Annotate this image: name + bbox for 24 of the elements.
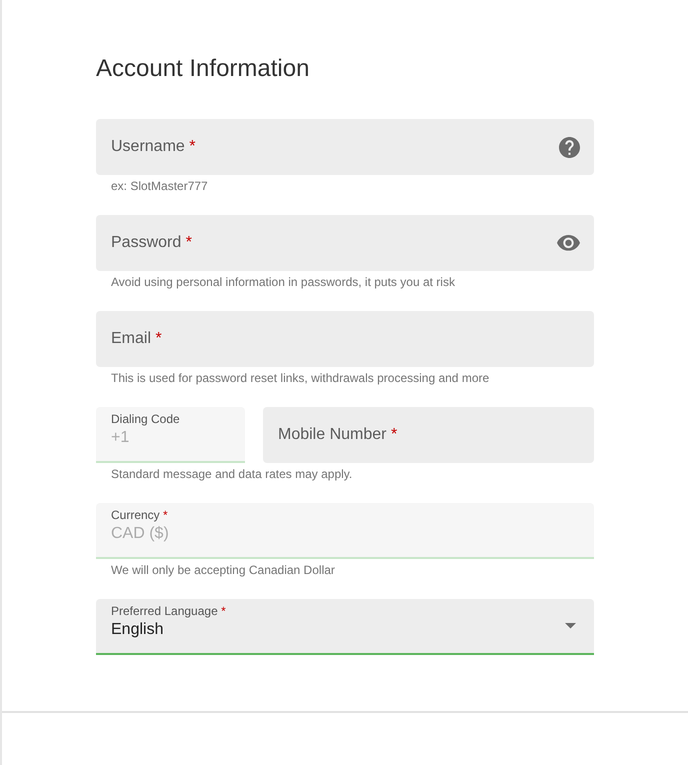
help-icon[interactable]: [559, 136, 580, 158]
field-label: Mobile Number *: [278, 425, 398, 445]
field-label: Preferred Language *: [111, 604, 227, 618]
field-value: English: [111, 620, 164, 640]
text-field[interactable]: Email *: [96, 311, 594, 367]
field-label: Username *: [111, 137, 196, 157]
helper-text: Standard message and data rates may apply.: [111, 467, 354, 481]
text-field[interactable]: Username *: [96, 119, 594, 175]
caret-icon: [565, 623, 576, 629]
helper-text: This is used for password reset links, withdrawals processing and more: [111, 371, 490, 385]
field-label: Password *: [111, 233, 193, 253]
field-value: CAD ($): [111, 524, 170, 544]
helper-text: Avoid using personal information in passwords, it puts you at risk: [111, 275, 456, 289]
field-label: Dialing Code: [111, 412, 181, 426]
eye-icon[interactable]: [557, 235, 580, 251]
field-label: Email *: [111, 329, 163, 349]
dropdown-field[interactable]: Preferred Language * English: [96, 599, 594, 655]
text-field[interactable]: Mobile Number *: [263, 407, 594, 463]
section-title: Account Information: [96, 55, 310, 83]
field-label: Currency *: [111, 508, 169, 522]
password-field[interactable]: Password *: [96, 215, 594, 271]
helper-text: We will only be accepting Canadian Dollar: [111, 563, 336, 577]
field-value: +1: [111, 428, 130, 448]
helper-text: ex: SlotMaster777: [111, 179, 209, 193]
